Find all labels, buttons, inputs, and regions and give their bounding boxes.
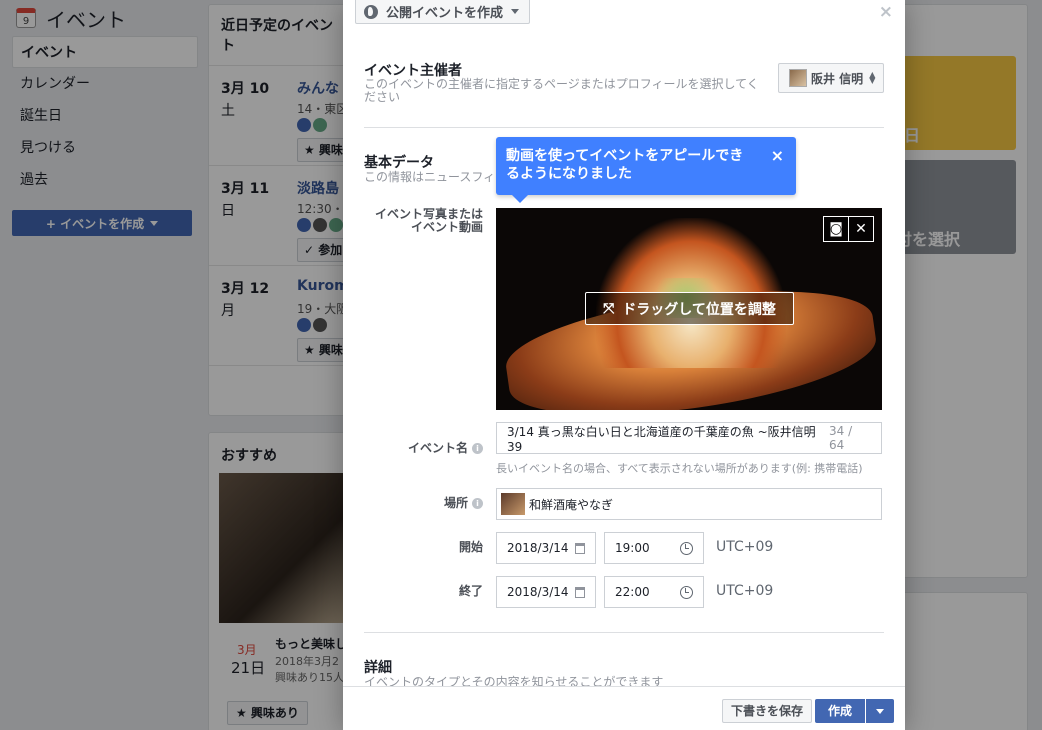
event-name-value: 3/14 真っ黒な白い日と北海道産の千葉産の魚 ~阪井信明39 [507,424,816,454]
location-input[interactable]: 和鮮酒庵やなぎ [496,488,882,520]
clock-icon [680,541,693,555]
close-icon[interactable]: × [879,2,893,22]
host-subtitle: このイベントの主催者に指定するページまたはプロフィールを選択してください [364,77,759,104]
save-draft-button[interactable]: 下書きを保存 [722,699,813,723]
host-selector[interactable]: 阪井 信明 ▲ ▼ [778,63,884,93]
start-timezone: UTC+09 [716,539,774,555]
expand-icon: ⤧ [603,300,615,317]
end-label: 終了 [458,584,483,598]
start-date-input[interactable]: 2018/3/14 [496,532,596,564]
info-icon[interactable]: i [472,443,483,454]
clock-icon [680,585,693,599]
event-name-hint: 長いイベント名の場合、すべて表示されない場所があります(例: 携帯電話) [496,462,863,475]
camera-icon[interactable]: ◙ [823,216,849,242]
end-time-input[interactable]: 22:00 [604,576,704,608]
photo-label: イベント写真または イベント動画 [375,208,483,234]
end-timezone: UTC+09 [716,583,774,599]
venue-thumbnail [501,493,525,515]
calendar-icon [575,586,585,598]
chevron-down-icon [876,708,884,714]
dialog-footer: 下書きを保存 作成 [343,686,905,730]
drag-reposition-button[interactable]: ⤧ ドラッグして位置を調整 [585,292,794,325]
event-name-input[interactable]: 3/14 真っ黒な白い日と北海道産の千葉産の魚 ~阪井信明39 34 / 64 [496,422,882,454]
create-event-dialog: 公開イベントを作成 × イベント主催者 このイベントの主催者に指定するページまた… [343,0,905,730]
start-date-value: 2018/3/14 [507,541,569,555]
photo-label-line2: イベント動画 [410,220,483,234]
location-label: 場所 i [444,497,483,510]
event-photo[interactable]: ◙ ✕ ⤧ ドラッグして位置を調整 [496,208,882,410]
event-name-label-text: イベント名 [407,441,468,455]
close-icon[interactable]: × [771,147,784,165]
location-label-text: 場所 [443,496,468,510]
location-value: 和鮮酒庵やなぎ [529,497,614,512]
end-date-input[interactable]: 2018/3/14 [496,576,596,608]
details-title: 詳細 [364,660,392,676]
end-time-value: 22:00 [615,585,650,599]
info-icon[interactable]: i [472,498,483,509]
start-label: 開始 [458,540,483,554]
create-button[interactable]: 作成 [815,699,865,723]
create-options-button[interactable] [866,699,894,723]
divider [364,632,884,633]
end-date-value: 2018/3/14 [507,585,569,599]
char-counter: 34 / 64 [829,424,853,452]
drag-label: ドラッグして位置を調整 [622,301,776,318]
event-type-selector[interactable]: 公開イベントを作成 [355,0,531,24]
avatar [789,69,807,87]
basic-info-title: 基本データ [364,155,434,171]
start-time-input[interactable]: 19:00 [604,532,704,564]
host-name: 阪井 信明 [811,71,864,86]
start-time-value: 19:00 [615,541,650,555]
dialog-header: 公開イベントを作成 × [343,0,905,26]
basic-info-subtitle: この情報はニュースフィ [364,170,496,184]
tooltip-text: 動画を使ってイベントをアピールできるようになりました [506,148,744,182]
event-name-label: イベント名 i [408,442,483,455]
chevron-down-icon [511,9,520,14]
sort-arrows-icon: ▲ ▼ [869,70,876,85]
calendar-icon [575,542,585,554]
event-type-label: 公開イベントを作成 [386,6,504,21]
close-icon[interactable]: ✕ [848,216,874,242]
video-tooltip: 動画を使ってイベントをアピールできるようになりました × [496,137,796,203]
divider [364,127,884,128]
globe-icon [364,4,378,19]
